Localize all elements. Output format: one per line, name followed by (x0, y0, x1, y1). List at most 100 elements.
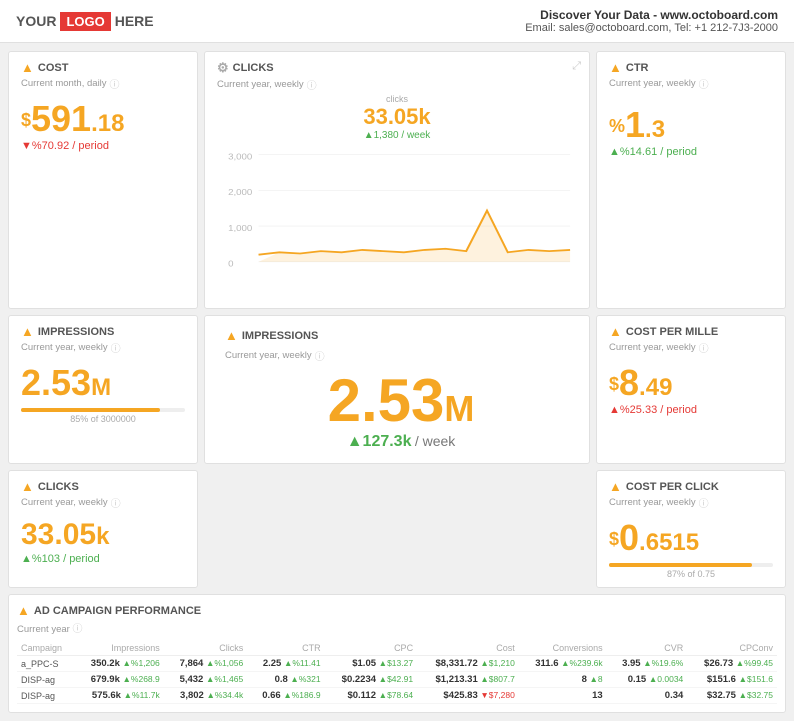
ad-info-icon[interactable]: ⓘ (72, 624, 82, 635)
ctr-decimal: .3 (645, 116, 665, 143)
clicks-chart-subtitle: Current year, weekly ⓘ (217, 77, 317, 92)
cell-cpc: $1.05 ▲$13.27 (325, 656, 418, 672)
ad-campaign-section: ▲ AD CAMPAIGN PERFORMANCE Current year ⓘ… (8, 594, 786, 713)
clicks-small-value: 33.05k (21, 520, 185, 551)
logo-after: HERE (115, 13, 154, 29)
clicks-small-change: ▲%103 / period (21, 553, 185, 565)
col-cpc: CPC (325, 641, 418, 656)
ctr-icon: ▲ (609, 60, 622, 75)
cpc-subtitle: Current year, weekly ⓘ (609, 495, 773, 510)
header: YOUR LOGO HERE Discover Your Data - www.… (0, 0, 794, 43)
table-row: a_PPC-S 350.2k ▲%1,206 7,864 ▲%1,056 2.2… (17, 656, 777, 672)
impressions-big-title: ▲ IMPRESSIONS (225, 328, 318, 343)
ad-campaign-table: Campaign Impressions Clicks CTR CPC Cost… (17, 641, 777, 704)
cell-cvr: 0.34 (607, 688, 688, 704)
header-right: Discover Your Data - www.octoboard.com E… (525, 8, 778, 34)
col-clicks: Clicks (164, 641, 247, 656)
table-body: a_PPC-S 350.2k ▲%1,206 7,864 ▲%1,056 2.2… (17, 656, 777, 704)
impressions-progress-label: 85% of 3000000 (21, 414, 185, 424)
clicks-chart-title: ⚙ CLICKS (217, 60, 317, 76)
cpc-value: $0.6515 (609, 520, 773, 557)
expand-icon[interactable]: ⤢ (572, 60, 581, 73)
clicks-small-title: ▲ CLICKS (21, 479, 185, 494)
ctr-info-icon[interactable]: ⓘ (699, 76, 709, 91)
impressions-big-card: ▲ IMPRESSIONS Current year, weekly ⓘ 2.5… (204, 315, 590, 464)
cost-value: $591.18 (21, 101, 185, 138)
top-grid: ▲ COST Current month, daily ⓘ $591.18 ▼%… (8, 51, 786, 309)
cpc-info-icon[interactable]: ⓘ (699, 495, 709, 510)
impressions-big-icon: ▲ (225, 328, 238, 343)
cell-campaign: DISP-ag (17, 688, 74, 704)
cpc-whole: 0 (619, 517, 639, 558)
impressions-small-value: 2.53M (21, 365, 185, 402)
impressions-big-value: 2.53M (328, 371, 475, 431)
clicks-small-info-icon[interactable]: ⓘ (111, 495, 121, 510)
impressions-big-unit: M (444, 388, 474, 430)
ctr-value: %1.3 (609, 107, 773, 144)
cpm-whole: 8 (619, 362, 639, 403)
cpm-decimal: .49 (639, 374, 672, 401)
cost-per-mille-card: ▲ COST PER MILLE Current year, weekly ⓘ … (596, 315, 786, 464)
clicks-week: ▲1,380 / week (217, 130, 577, 141)
ctr-whole: 1 (625, 104, 645, 145)
cpc-icon: ▲ (609, 479, 622, 494)
cell-cpconv: $26.73 ▲%99.45 (687, 656, 777, 672)
ctr-card-title: ▲ CTR (609, 60, 773, 75)
impressions-info-icon[interactable]: ⓘ (111, 340, 121, 355)
impressions-progress-wrap (21, 408, 185, 412)
ctr-change: ▲%14.61 / period (609, 146, 773, 158)
cell-clicks: 7,864 ▲%1,056 (164, 656, 247, 672)
impressions-big-info-icon[interactable]: ⓘ (315, 348, 325, 363)
clicks-big-value: 33.05k (217, 104, 577, 130)
impressions-small-title: ▲ IMPRESSIONS (21, 324, 185, 339)
col-cvr: CVR (607, 641, 688, 656)
cell-conv: 8 ▲8 (519, 672, 607, 688)
clicks-small-unit: k (96, 523, 109, 550)
cost-info-icon[interactable]: ⓘ (110, 76, 120, 91)
clicks-chart-card: ⚙ CLICKS Current year, weekly ⓘ ⤢ clicks… (204, 51, 590, 309)
ctr-pct: % (609, 116, 625, 136)
cell-cost: $8,331.72 ▲$1,210 (417, 656, 519, 672)
cpc-title: ▲ COST PER CLICK (609, 479, 773, 494)
impressions-big-num: 2.53 (328, 371, 445, 431)
cell-cvr: 0.15 ▲0.0034 (607, 672, 688, 688)
impressions-big-week-label: / week (415, 433, 455, 449)
cost-decimal: .18 (91, 110, 124, 137)
clicks-small-icon: ▲ (21, 479, 34, 494)
cost-whole: 591 (31, 98, 91, 139)
cell-conv: 13 (519, 688, 607, 704)
cell-impressions: 350.2k ▲%1,206 (74, 656, 164, 672)
col-cpconv: CPConv (687, 641, 777, 656)
clicks-small-card: ▲ CLICKS Current year, weekly ⓘ 33.05k ▲… (8, 470, 198, 588)
cell-campaign: DISP-ag (17, 672, 74, 688)
cost-icon: ▲ (21, 60, 34, 75)
chart-label: clicks (217, 94, 577, 104)
cell-ctr: 0.66 ▲%186.9 (247, 688, 324, 704)
svg-text:1,000: 1,000 (228, 223, 252, 232)
cell-cpc: $0.2234 ▲$42.91 (325, 672, 418, 688)
cpc-decimal: .6515 (639, 529, 699, 556)
clicks-week-change: ▲1,380 (364, 130, 399, 141)
cpm-info-icon[interactable]: ⓘ (699, 340, 709, 355)
cell-clicks: 3,802 ▲%34.4k (164, 688, 247, 704)
mid-grid: ▲ IMPRESSIONS Current year, weekly ⓘ 2.5… (8, 315, 786, 464)
cpm-subtitle: Current year, weekly ⓘ (609, 340, 773, 355)
table-row: DISP-ag 679.9k ▲%268.9 5,432 ▲%1,465 0.8… (17, 672, 777, 688)
cell-campaign: a_PPC-S (17, 656, 74, 672)
impressions-big-week: ▲127.3k / week (347, 433, 456, 451)
cell-clicks: 5,432 ▲%1,465 (164, 672, 247, 688)
cost-per-click-card: ▲ COST PER CLICK Current year, weekly ⓘ … (596, 470, 786, 588)
cost-change: ▼%70.92 / period (21, 140, 185, 152)
svg-text:0: 0 (228, 259, 233, 268)
main-content: ▲ COST Current month, daily ⓘ $591.18 ▼%… (0, 43, 794, 721)
cpm-change: ▲%25.33 / period (609, 404, 773, 416)
ad-campaign-title: ▲ AD CAMPAIGN PERFORMANCE (17, 603, 777, 618)
clicks-info-icon[interactable]: ⓘ (307, 77, 317, 92)
logo-area: YOUR LOGO HERE (16, 12, 154, 31)
cost-currency: $ (21, 110, 31, 130)
table-row: DISP-ag 575.6k ▲%11.7k 3,802 ▲%34.4k 0.6… (17, 688, 777, 704)
col-conversions: Conversions (519, 641, 607, 656)
cell-cost: $1,213.31 ▲$807.7 (417, 672, 519, 688)
clicks-small-num: 33.05 (21, 518, 96, 551)
cell-cpconv: $32.75 ▲$32.75 (687, 688, 777, 704)
